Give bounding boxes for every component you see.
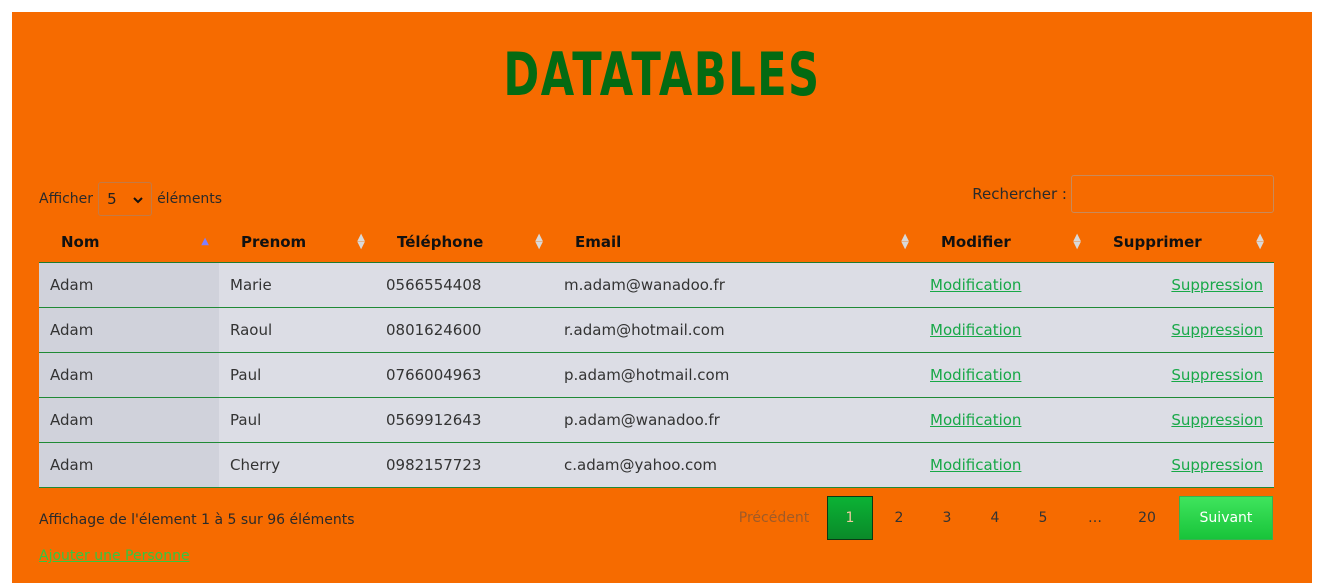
cell-nom: Adam [39, 262, 219, 308]
table-info: Affichage de l'élement 1 à 5 sur 96 élém… [39, 512, 355, 528]
column-header-label: Supprimer [1113, 232, 1202, 251]
page-button-4[interactable]: 4 [971, 496, 1019, 540]
cell-modifier: Modification [919, 397, 1091, 443]
table-row: Adam Marie 0566554408 m.adam@wanadoo.fr … [39, 262, 1274, 308]
search-label: Rechercher : [972, 185, 1067, 203]
table-row: Adam Cherry 0982157723 c.adam@yahoo.com … [39, 442, 1274, 488]
column-header-telephone[interactable]: Téléphone ▲ ▼ [375, 222, 553, 263]
cell-email: m.adam@wanadoo.fr [553, 262, 919, 308]
cell-email: p.adam@hotmail.com [553, 352, 919, 398]
add-person-link[interactable]: Ajouter une Personne [39, 548, 190, 564]
modification-link[interactable]: Modification [930, 456, 1021, 474]
modification-link[interactable]: Modification [930, 321, 1021, 339]
column-header-modifier[interactable]: Modifier ▲ ▼ [919, 222, 1091, 263]
sort-asc-icon: ▲ [201, 235, 209, 247]
cell-modifier: Modification [919, 307, 1091, 353]
cell-modifier: Modification [919, 442, 1091, 488]
sort-both-icon: ▲ ▼ [1256, 231, 1264, 251]
cell-telephone: 0566554408 [375, 262, 553, 308]
cell-supprimer: Suppression [1091, 307, 1274, 353]
cell-telephone: 0569912643 [375, 397, 553, 443]
cell-telephone: 0982157723 [375, 442, 553, 488]
suppression-link[interactable]: Suppression [1171, 366, 1263, 384]
suppression-link[interactable]: Suppression [1171, 411, 1263, 429]
cell-email: p.adam@wanadoo.fr [553, 397, 919, 443]
cell-email: c.adam@yahoo.com [553, 442, 919, 488]
table-header-row: Nom ▲ Prenom ▲ ▼ Téléphone ▲ ▼ Email ▲ ▼ Mo… [39, 222, 1274, 263]
page-button-20[interactable]: 20 [1123, 496, 1171, 540]
cell-modifier: Modification [919, 262, 1091, 308]
search-input[interactable] [1071, 175, 1274, 213]
column-header-label: Modifier [941, 232, 1011, 251]
page-ellipsis: … [1088, 510, 1102, 526]
cell-supprimer: Suppression [1091, 442, 1274, 488]
sort-both-icon: ▲ ▼ [357, 231, 365, 251]
table-row: Adam Paul 0766004963 p.adam@hotmail.com … [39, 352, 1274, 398]
length-prefix-label: Afficher [39, 191, 94, 207]
sort-both-icon: ▲ ▼ [535, 231, 543, 251]
cell-prenom: Cherry [219, 442, 375, 488]
cell-prenom: Paul [219, 397, 375, 443]
page-button-5[interactable]: 5 [1019, 496, 1067, 540]
cell-prenom: Marie [219, 262, 375, 308]
cell-supprimer: Suppression [1091, 262, 1274, 308]
cell-email: r.adam@hotmail.com [553, 307, 919, 353]
column-header-prenom[interactable]: Prenom ▲ ▼ [219, 222, 375, 263]
column-header-label: Téléphone [397, 232, 484, 251]
column-header-nom[interactable]: Nom ▲ [39, 222, 219, 263]
cell-prenom: Paul [219, 352, 375, 398]
table-row: Adam Raoul 0801624600 r.adam@hotmail.com… [39, 307, 1274, 353]
column-header-label: Prenom [241, 232, 307, 251]
page-button-2[interactable]: 2 [875, 496, 923, 540]
column-header-label: Email [575, 232, 622, 251]
cell-telephone: 0766004963 [375, 352, 553, 398]
cell-telephone: 0801624600 [375, 307, 553, 353]
chevron-down-icon [133, 190, 143, 208]
cell-nom: Adam [39, 307, 219, 353]
column-header-supprimer[interactable]: Supprimer ▲ ▼ [1091, 222, 1274, 263]
length-select[interactable]: 5 [98, 182, 153, 216]
cell-nom: Adam [39, 442, 219, 488]
next-button[interactable]: Suivant [1179, 496, 1273, 540]
cell-supprimer: Suppression [1091, 397, 1274, 443]
search-control: Rechercher : [972, 175, 1274, 213]
cell-nom: Adam [39, 352, 219, 398]
table-row: Adam Paul 0569912643 p.adam@wanadoo.fr M… [39, 397, 1274, 443]
suppression-link[interactable]: Suppression [1171, 321, 1263, 339]
sort-both-icon: ▲ ▼ [901, 231, 909, 251]
pagination: Précédent 1 2 3 4 5 … 20 Suivant [723, 496, 1273, 540]
cell-nom: Adam [39, 397, 219, 443]
modification-link[interactable]: Modification [930, 276, 1021, 294]
suppression-link[interactable]: Suppression [1171, 456, 1263, 474]
length-control: Afficher 5 éléments [39, 182, 222, 216]
page-button-3[interactable]: 3 [923, 496, 971, 540]
column-header-label: Nom [61, 232, 100, 251]
column-header-email[interactable]: Email ▲ ▼ [553, 222, 919, 263]
modification-link[interactable]: Modification [930, 366, 1021, 384]
page-button-1[interactable]: 1 [827, 496, 873, 540]
main-panel: DATATABLES Afficher 5 éléments Recherche… [12, 12, 1312, 583]
previous-button[interactable]: Précédent [723, 496, 825, 540]
cell-modifier: Modification [919, 352, 1091, 398]
modification-link[interactable]: Modification [930, 411, 1021, 429]
sort-both-icon: ▲ ▼ [1073, 231, 1081, 251]
cell-prenom: Raoul [219, 307, 375, 353]
length-select-value: 5 [107, 190, 117, 208]
length-suffix-label: éléments [157, 191, 223, 207]
suppression-link[interactable]: Suppression [1171, 276, 1263, 294]
cell-supprimer: Suppression [1091, 352, 1274, 398]
page-title: DATATABLES [503, 40, 821, 110]
data-table: Nom ▲ Prenom ▲ ▼ Téléphone ▲ ▼ Email ▲ ▼ Mo… [39, 222, 1274, 488]
